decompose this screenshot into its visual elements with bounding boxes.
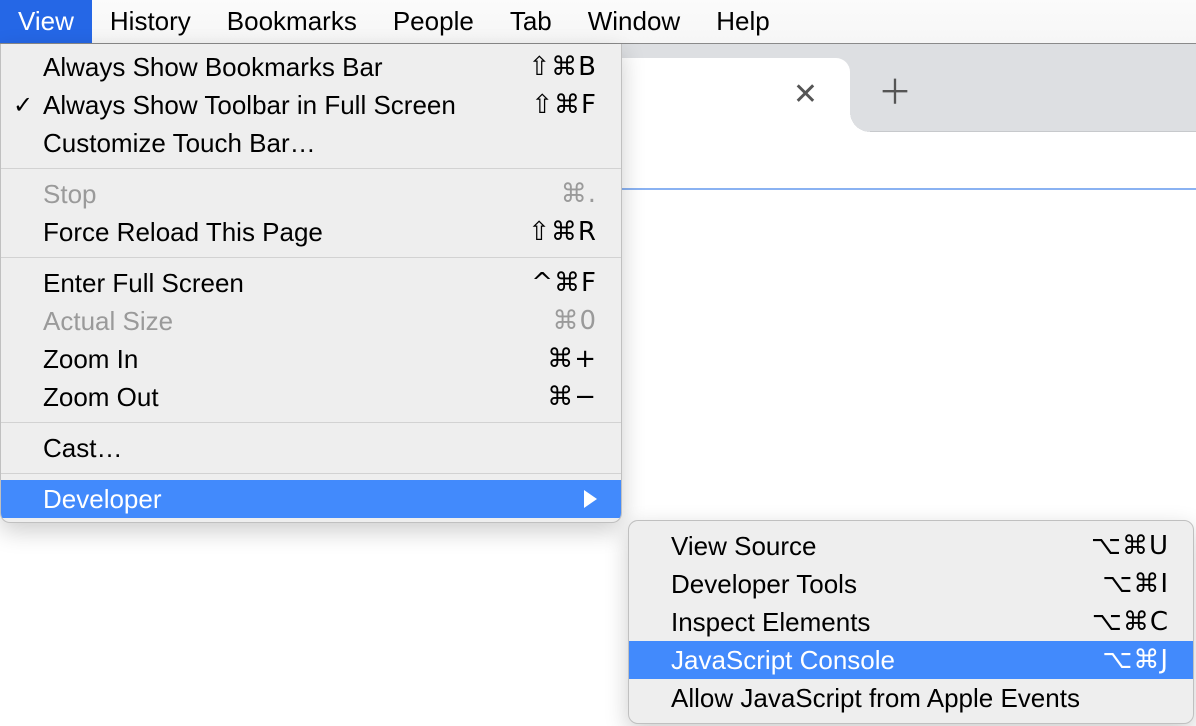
menu-item-label: Developer — [43, 484, 584, 515]
menubar-item-help[interactable]: Help — [698, 0, 787, 43]
menu-item-label: Actual Size — [43, 306, 552, 337]
menu-item-label: Force Reload This Page — [43, 217, 528, 248]
menu-item-zoom-out[interactable]: Zoom Out ⌘− — [1, 378, 621, 416]
chevron-right-icon — [584, 490, 597, 508]
menu-item-label: Inspect Elements — [671, 607, 1092, 638]
menu-item-customize-touch-bar[interactable]: Customize Touch Bar… — [1, 124, 621, 162]
close-icon[interactable]: ✕ — [787, 78, 824, 112]
checkmark-icon: ✓ — [13, 91, 33, 120]
menu-item-always-show-toolbar-fullscreen[interactable]: ✓ Always Show Toolbar in Full Screen ⇧⌘F — [1, 86, 621, 124]
menu-separator — [1, 422, 621, 423]
menubar-item-window[interactable]: Window — [570, 0, 698, 43]
developer-submenu: View Source ⌥⌘U Developer Tools ⌥⌘I Insp… — [628, 520, 1194, 724]
menu-item-actual-size: Actual Size ⌘0 — [1, 302, 621, 340]
menu-item-stop: Stop ⌘. — [1, 175, 621, 213]
menu-item-shortcut: ⌥⌘U — [1091, 531, 1169, 561]
menu-item-zoom-in[interactable]: Zoom In ⌘+ — [1, 340, 621, 378]
menu-item-label: Always Show Toolbar in Full Screen — [43, 90, 531, 121]
menu-item-label: Always Show Bookmarks Bar — [43, 52, 528, 83]
new-tab-button[interactable]: ＋ — [878, 76, 912, 110]
menu-separator — [1, 257, 621, 258]
menu-item-force-reload[interactable]: Force Reload This Page ⇧⌘R — [1, 213, 621, 251]
menubar-item-bookmarks[interactable]: Bookmarks — [209, 0, 375, 43]
menu-separator — [1, 168, 621, 169]
menu-item-label: Zoom Out — [43, 382, 547, 413]
menu-item-label: Allow JavaScript from Apple Events — [671, 683, 1169, 714]
menu-item-label: Customize Touch Bar… — [43, 128, 597, 159]
menu-item-label: Zoom In — [43, 344, 547, 375]
menubar-item-history[interactable]: History — [92, 0, 209, 43]
menu-item-label: Enter Full Screen — [43, 268, 531, 299]
menu-item-shortcut: ^⌘F — [531, 268, 597, 298]
menu-item-javascript-console[interactable]: JavaScript Console ⌥⌘J — [629, 641, 1193, 679]
menu-item-always-show-bookmarks-bar[interactable]: Always Show Bookmarks Bar ⇧⌘B — [1, 48, 621, 86]
menu-item-label: JavaScript Console — [671, 645, 1102, 676]
menu-item-shortcut: ⌘. — [561, 179, 597, 209]
menu-item-label: Stop — [43, 179, 561, 210]
menu-item-developer[interactable]: Developer — [1, 480, 621, 518]
menu-item-shortcut: ⌥⌘C — [1092, 607, 1169, 637]
view-menu: Always Show Bookmarks Bar ⇧⌘B ✓ Always S… — [0, 44, 622, 523]
menu-item-allow-js-apple-events[interactable]: Allow JavaScript from Apple Events — [629, 679, 1193, 717]
menu-item-shortcut: ⌘+ — [547, 344, 597, 374]
menu-item-view-source[interactable]: View Source ⌥⌘U — [629, 527, 1193, 565]
menubar-item-tab[interactable]: Tab — [492, 0, 570, 43]
menu-item-shortcut: ⌘0 — [552, 306, 597, 336]
menu-item-inspect-elements[interactable]: Inspect Elements ⌥⌘C — [629, 603, 1193, 641]
menu-item-shortcut: ⌘− — [547, 382, 597, 412]
menu-item-developer-tools[interactable]: Developer Tools ⌥⌘I — [629, 565, 1193, 603]
menu-item-shortcut: ⌥⌘I — [1102, 569, 1169, 599]
menu-item-shortcut: ⇧⌘B — [528, 52, 597, 82]
menu-separator — [1, 473, 621, 474]
menu-item-label: View Source — [671, 531, 1091, 562]
menu-item-label: Developer Tools — [671, 569, 1102, 600]
menu-item-enter-fullscreen[interactable]: Enter Full Screen ^⌘F — [1, 264, 621, 302]
menubar: View History Bookmarks People Tab Window… — [0, 0, 1196, 44]
menu-item-shortcut: ⇧⌘R — [528, 217, 597, 247]
menu-item-cast[interactable]: Cast… — [1, 429, 621, 467]
menubar-item-view[interactable]: View — [0, 0, 92, 43]
menubar-item-people[interactable]: People — [375, 0, 492, 43]
menu-item-shortcut: ⇧⌘F — [531, 90, 597, 120]
menu-item-shortcut: ⌥⌘J — [1102, 645, 1169, 675]
menu-item-label: Cast… — [43, 433, 597, 464]
